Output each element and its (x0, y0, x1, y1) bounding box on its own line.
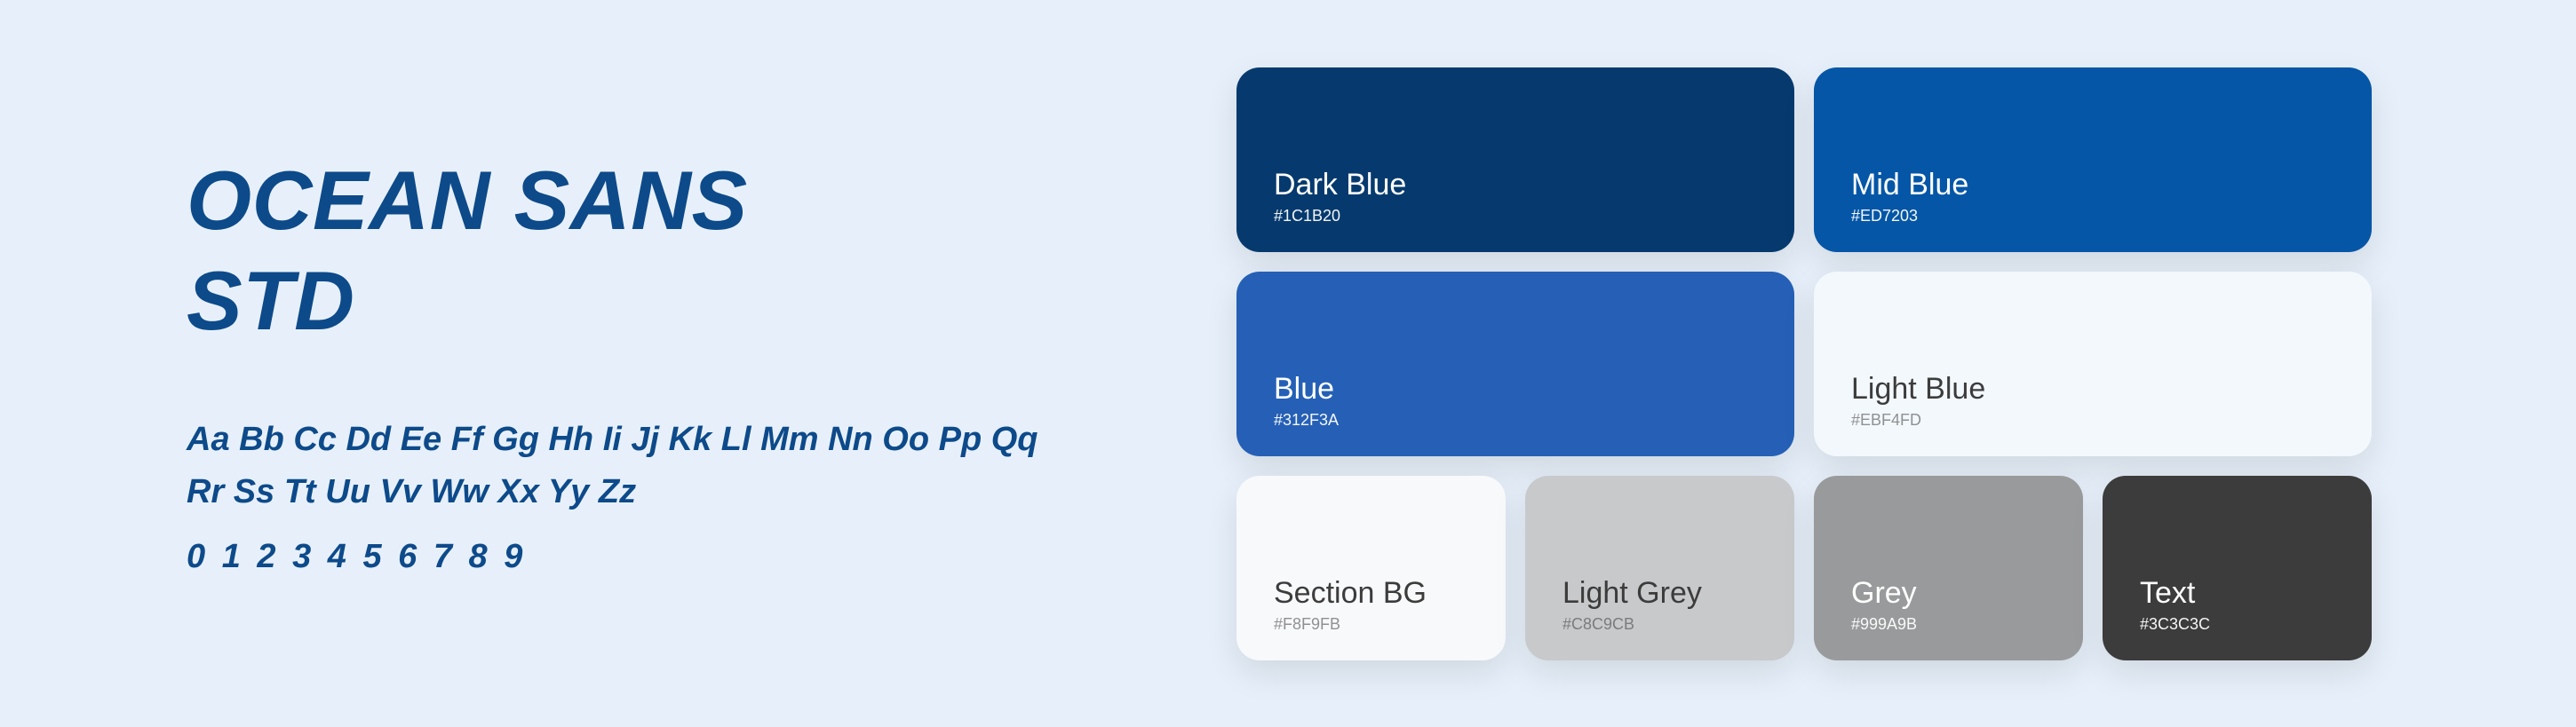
swatch-blue: Blue #312F3A (1236, 272, 1794, 456)
swatch-name: Light Blue (1851, 371, 2334, 407)
swatch-hex: #1C1B20 (1274, 207, 1757, 225)
palette-row-2: Blue #312F3A Light Blue #EBF4FD (1236, 272, 2372, 456)
swatch-hex: #ED7203 (1851, 207, 2334, 225)
swatch-light-grey: Light Grey #C8C9CB (1525, 476, 1794, 660)
swatch-hex: #F8F9FB (1274, 615, 1468, 634)
swatch-name: Section BG (1274, 575, 1468, 612)
numbers-specimen: 0 1 2 3 4 5 6 7 8 9 (187, 538, 1183, 576)
swatch-name: Blue (1274, 371, 1757, 407)
swatch-hex: #C8C9CB (1562, 615, 1757, 634)
color-palette: Dark Blue #1C1B20 Mid Blue #ED7203 Blue … (1236, 67, 2576, 660)
swatch-text: Text #3C3C3C (2103, 476, 2372, 660)
swatch-hex: #3C3C3C (2140, 615, 2334, 634)
alphabet-specimen: Aa Bb Cc Dd Ee Ff Gg Hh Ii Jj Kk Ll Mm N… (187, 414, 1075, 518)
swatch-grey: Grey #999A9B (1814, 476, 2083, 660)
swatch-section-bg: Section BG #F8F9FB (1236, 476, 1506, 660)
swatch-hex: #312F3A (1274, 411, 1757, 430)
swatch-hex: #EBF4FD (1851, 411, 2334, 430)
swatch-mid-blue: Mid Blue #ED7203 (1814, 67, 2372, 252)
style-guide: OCEAN SANS STD Aa Bb Cc Dd Ee Ff Gg Hh I… (0, 0, 2576, 727)
swatch-name: Light Grey (1562, 575, 1757, 612)
swatch-hex: #999A9B (1851, 615, 2046, 634)
swatch-name: Dark Blue (1274, 167, 1757, 203)
swatch-dark-blue: Dark Blue #1C1B20 (1236, 67, 1794, 252)
swatch-name: Mid Blue (1851, 167, 2334, 203)
palette-row-3: Section BG #F8F9FB Light Grey #C8C9CB Gr… (1236, 476, 2372, 660)
palette-row-1: Dark Blue #1C1B20 Mid Blue #ED7203 (1236, 67, 2372, 252)
typography-panel: OCEAN SANS STD Aa Bb Cc Dd Ee Ff Gg Hh I… (0, 151, 1236, 575)
font-title: OCEAN SANS STD (187, 151, 1183, 352)
swatch-name: Text (2140, 575, 2334, 612)
swatch-name: Grey (1851, 575, 2046, 612)
swatch-light-blue: Light Blue #EBF4FD (1814, 272, 2372, 456)
